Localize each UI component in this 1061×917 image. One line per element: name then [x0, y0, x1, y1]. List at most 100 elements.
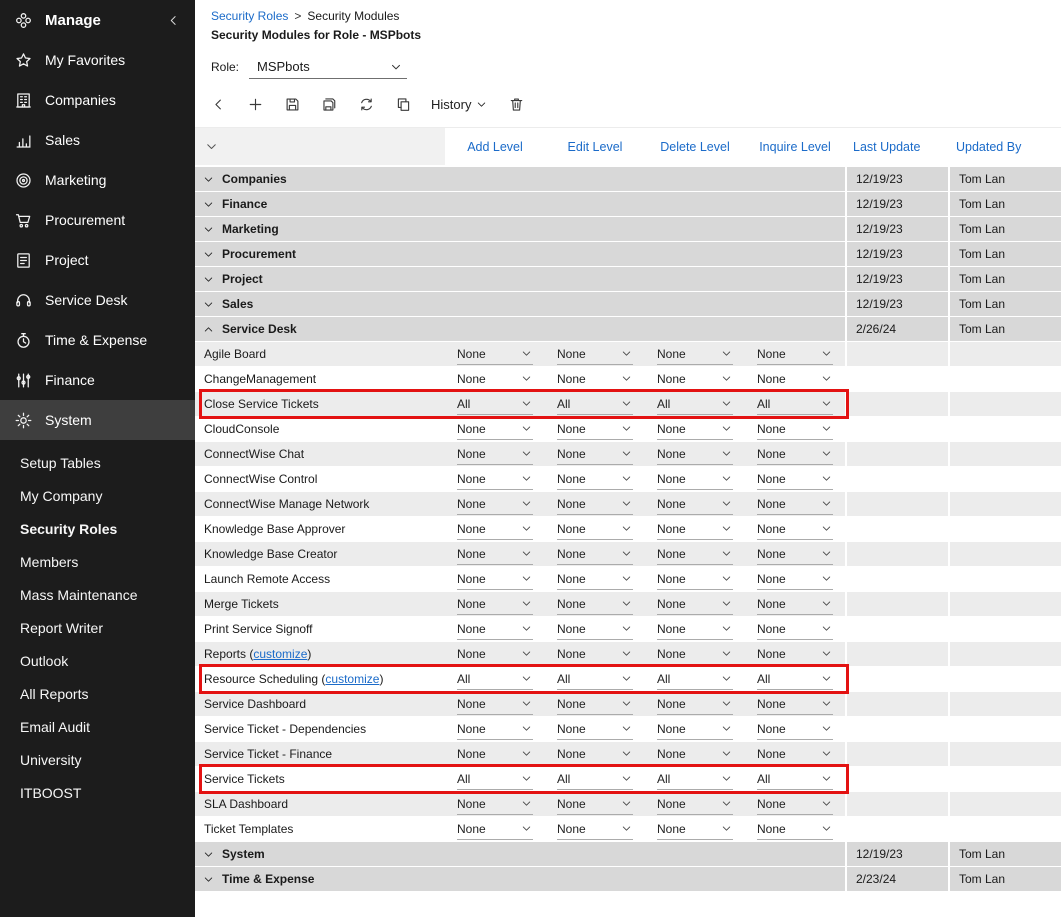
- group-name-cell[interactable]: System: [195, 842, 445, 866]
- sidebar-item-my-favorites[interactable]: My Favorites: [0, 40, 195, 80]
- add-level-dropdown[interactable]: All: [457, 769, 533, 790]
- inquire-level-dropdown[interactable]: None: [757, 719, 833, 740]
- edit-level-dropdown[interactable]: None: [557, 369, 633, 390]
- inquire-level-dropdown[interactable]: All: [757, 394, 833, 415]
- group-name-cell[interactable]: Finance: [195, 192, 445, 216]
- delete-level-dropdown[interactable]: None: [657, 494, 733, 515]
- group-name-cell[interactable]: Companies: [195, 167, 445, 191]
- add-level-dropdown[interactable]: None: [457, 519, 533, 540]
- inquire-level-dropdown[interactable]: None: [757, 694, 833, 715]
- edit-level-dropdown[interactable]: None: [557, 419, 633, 440]
- sidebar-item-mass-maintenance[interactable]: Mass Maintenance: [0, 578, 195, 611]
- sidebar-item-procurement[interactable]: Procurement: [0, 200, 195, 240]
- add-level-dropdown[interactable]: All: [457, 669, 533, 690]
- breadcrumb-link[interactable]: Security Roles: [211, 9, 288, 23]
- group-name-cell[interactable]: Marketing: [195, 217, 445, 241]
- group-row-companies[interactable]: Companies12/19/23Tom Lan: [195, 167, 1061, 191]
- edit-level-dropdown[interactable]: None: [557, 469, 633, 490]
- edit-level-dropdown[interactable]: None: [557, 494, 633, 515]
- save-all-button[interactable]: [320, 95, 338, 113]
- add-level-dropdown[interactable]: None: [457, 544, 533, 565]
- inquire-level-dropdown[interactable]: All: [757, 669, 833, 690]
- inquire-level-dropdown[interactable]: None: [757, 644, 833, 665]
- inquire-level-dropdown[interactable]: None: [757, 469, 833, 490]
- inquire-level-dropdown[interactable]: None: [757, 569, 833, 590]
- column-header-edit-level[interactable]: Edit Level: [545, 128, 645, 165]
- add-level-dropdown[interactable]: None: [457, 444, 533, 465]
- delete-level-dropdown[interactable]: None: [657, 444, 733, 465]
- edit-level-dropdown[interactable]: None: [557, 344, 633, 365]
- sidebar-item-report-writer[interactable]: Report Writer: [0, 611, 195, 644]
- sidebar-item-system[interactable]: System: [0, 400, 195, 440]
- sidebar-item-project[interactable]: Project: [0, 240, 195, 280]
- back-button[interactable]: [209, 95, 227, 113]
- chevron-down-icon[interactable]: [202, 298, 215, 311]
- chevron-down-icon[interactable]: [202, 173, 215, 186]
- delete-button[interactable]: [507, 95, 525, 113]
- edit-level-dropdown[interactable]: None: [557, 819, 633, 840]
- delete-level-dropdown[interactable]: None: [657, 569, 733, 590]
- column-header-add-level[interactable]: Add Level: [445, 128, 545, 165]
- history-button[interactable]: History: [431, 97, 488, 112]
- edit-level-dropdown[interactable]: None: [557, 719, 633, 740]
- edit-level-dropdown[interactable]: None: [557, 744, 633, 765]
- edit-level-dropdown[interactable]: None: [557, 694, 633, 715]
- add-level-dropdown[interactable]: None: [457, 719, 533, 740]
- sidebar-item-outlook[interactable]: Outlook: [0, 644, 195, 677]
- group-name-cell[interactable]: Sales: [195, 292, 445, 316]
- copy-button[interactable]: [394, 95, 412, 113]
- inquire-level-dropdown[interactable]: None: [757, 494, 833, 515]
- add-level-dropdown[interactable]: None: [457, 819, 533, 840]
- column-header-inquire-level[interactable]: Inquire Level: [745, 128, 845, 165]
- delete-level-dropdown[interactable]: None: [657, 719, 733, 740]
- edit-level-dropdown[interactable]: None: [557, 644, 633, 665]
- add-level-dropdown[interactable]: None: [457, 494, 533, 515]
- group-name-cell[interactable]: Procurement: [195, 242, 445, 266]
- group-name-cell[interactable]: Time & Expense: [195, 867, 445, 891]
- delete-level-dropdown[interactable]: None: [657, 469, 733, 490]
- add-button[interactable]: [246, 95, 264, 113]
- inquire-level-dropdown[interactable]: None: [757, 369, 833, 390]
- group-row-system[interactable]: System12/19/23Tom Lan: [195, 842, 1061, 866]
- delete-level-dropdown[interactable]: None: [657, 369, 733, 390]
- add-level-dropdown[interactable]: None: [457, 794, 533, 815]
- sidebar-item-university[interactable]: University: [0, 743, 195, 776]
- edit-level-dropdown[interactable]: None: [557, 519, 633, 540]
- refresh-button[interactable]: [357, 95, 375, 113]
- sidebar-item-finance[interactable]: Finance: [0, 360, 195, 400]
- inquire-level-dropdown[interactable]: None: [757, 744, 833, 765]
- inquire-level-dropdown[interactable]: None: [757, 794, 833, 815]
- sidebar-item-service-desk[interactable]: Service Desk: [0, 280, 195, 320]
- delete-level-dropdown[interactable]: None: [657, 794, 733, 815]
- group-row-service-desk[interactable]: Service Desk2/26/24Tom Lan: [195, 317, 1061, 341]
- add-level-dropdown[interactable]: None: [457, 344, 533, 365]
- group-row-finance[interactable]: Finance12/19/23Tom Lan: [195, 192, 1061, 216]
- delete-level-dropdown[interactable]: All: [657, 394, 733, 415]
- save-button[interactable]: [283, 95, 301, 113]
- inquire-level-dropdown[interactable]: None: [757, 519, 833, 540]
- delete-level-dropdown[interactable]: All: [657, 769, 733, 790]
- expand-all-cell[interactable]: [195, 128, 445, 165]
- add-level-dropdown[interactable]: None: [457, 619, 533, 640]
- edit-level-dropdown[interactable]: All: [557, 669, 633, 690]
- collapse-sidebar-icon[interactable]: [166, 13, 181, 28]
- add-level-dropdown[interactable]: None: [457, 469, 533, 490]
- add-level-dropdown[interactable]: None: [457, 744, 533, 765]
- delete-level-dropdown[interactable]: None: [657, 544, 733, 565]
- sidebar-item-itboost[interactable]: ITBOOST: [0, 776, 195, 809]
- chevron-down-icon[interactable]: [202, 873, 215, 886]
- delete-level-dropdown[interactable]: None: [657, 519, 733, 540]
- edit-level-dropdown[interactable]: None: [557, 569, 633, 590]
- edit-level-dropdown[interactable]: All: [557, 769, 633, 790]
- group-row-project[interactable]: Project12/19/23Tom Lan: [195, 267, 1061, 291]
- customize-link[interactable]: customize: [253, 647, 307, 661]
- delete-level-dropdown[interactable]: All: [657, 669, 733, 690]
- chevron-down-icon[interactable]: [202, 223, 215, 236]
- delete-level-dropdown[interactable]: None: [657, 694, 733, 715]
- column-header-updated-by[interactable]: Updated By: [948, 128, 1061, 165]
- delete-level-dropdown[interactable]: None: [657, 344, 733, 365]
- inquire-level-dropdown[interactable]: All: [757, 769, 833, 790]
- group-name-cell[interactable]: Service Desk: [195, 317, 445, 341]
- sidebar-item-my-company[interactable]: My Company: [0, 479, 195, 512]
- group-row-time-expense[interactable]: Time & Expense2/23/24Tom Lan: [195, 867, 1061, 891]
